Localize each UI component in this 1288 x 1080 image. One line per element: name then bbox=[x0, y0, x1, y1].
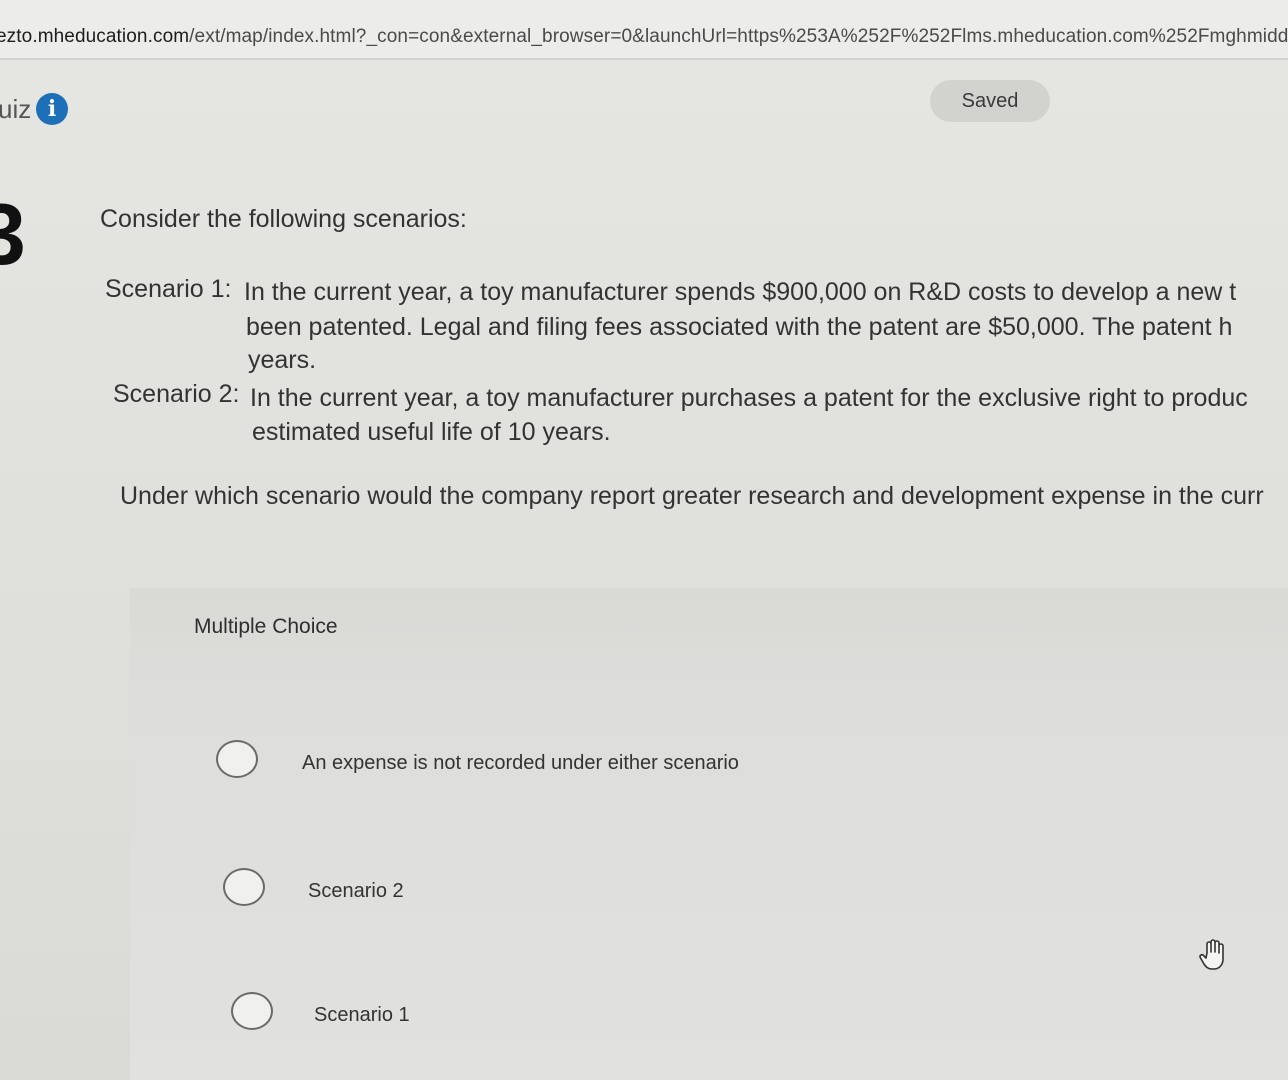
radio-button[interactable] bbox=[216, 740, 258, 778]
address-bar[interactable]: ezto.mheducation.com/ext/map/index.html?… bbox=[0, 0, 1288, 60]
radio-button[interactable] bbox=[231, 992, 273, 1030]
scenario-label: Scenario 1: bbox=[105, 275, 232, 303]
radio-button[interactable] bbox=[223, 868, 265, 906]
saved-status-badge: Saved bbox=[930, 80, 1050, 122]
quiz-page: ezto.mheducation.com/ext/map/index.html?… bbox=[0, 0, 1288, 1080]
choice-label[interactable]: Scenario 1 bbox=[314, 1004, 410, 1027]
choice-option-neither[interactable]: An expense is not recorded under either … bbox=[216, 740, 816, 784]
quiz-title: uiz bbox=[0, 94, 32, 124]
hand-pointer-icon bbox=[1199, 939, 1224, 970]
scenario-2: Scenario 2: In the current year, a toy m… bbox=[113, 380, 1288, 460]
scenario-text-line: been patented. Legal and filing fees ass… bbox=[246, 313, 1233, 341]
multiple-choice-heading: Multiple Choice bbox=[194, 615, 338, 638]
info-icon[interactable]: i bbox=[36, 93, 68, 125]
scenario-text-line: years. bbox=[248, 346, 317, 374]
scenario-1: Scenario 1: In the current year, a toy m… bbox=[105, 275, 1288, 375]
choice-option-scenario-2[interactable]: Scenario 2 bbox=[223, 868, 523, 912]
question-number: 3 bbox=[0, 187, 26, 283]
scenario-text-line: In the current year, a toy manufacturer … bbox=[244, 278, 1237, 306]
url-path: /ext/map/index.html?_con=con&external_br… bbox=[189, 26, 1288, 47]
choice-label[interactable]: Scenario 2 bbox=[308, 880, 404, 903]
scenario-text-line: estimated useful life of 10 years. bbox=[252, 418, 611, 446]
choice-option-scenario-1[interactable]: Scenario 1 bbox=[231, 992, 531, 1036]
question-intro: Consider the following scenarios: bbox=[100, 205, 467, 233]
url-text[interactable]: ezto.mheducation.com/ext/map/index.html?… bbox=[0, 26, 1288, 48]
choice-label[interactable]: An expense is not recorded under either … bbox=[302, 752, 739, 775]
question-prompt: Under which scenario would the company r… bbox=[120, 482, 1264, 510]
url-domain: ezto.mheducation.com bbox=[0, 26, 190, 47]
scenario-label: Scenario 2: bbox=[113, 380, 240, 408]
scenario-text-line: In the current year, a toy manufacturer … bbox=[250, 384, 1248, 412]
